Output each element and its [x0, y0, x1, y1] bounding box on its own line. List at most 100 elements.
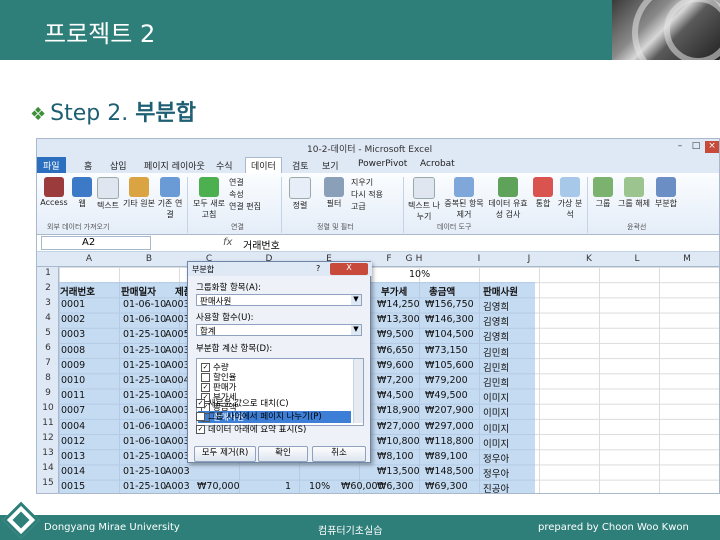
cell-trade-no[interactable]: 0011	[61, 390, 85, 401]
cell-vat[interactable]: ₩8,100	[377, 451, 414, 462]
cell-trade-no[interactable]: 0003	[61, 329, 85, 340]
list-scrollbar[interactable]	[353, 359, 363, 423]
replace-current-checkbox[interactable]: ✓ 새로운 값으로 대치(C)	[196, 397, 289, 409]
cell-salesperson[interactable]: 김영희	[483, 314, 509, 328]
cell-vat[interactable]: ₩18,900	[377, 405, 420, 416]
edit-links-button[interactable]: 연결 편집	[229, 201, 277, 212]
cell-salesperson[interactable]: 김영희	[483, 299, 509, 313]
row-header[interactable]: 14	[37, 463, 59, 473]
cell-product[interactable]: A004	[165, 375, 190, 386]
cell-date[interactable]: 01-25-10	[123, 390, 166, 401]
web-button[interactable]: 웹	[71, 177, 93, 209]
cell-qty[interactable]: 1	[285, 481, 291, 492]
row-header[interactable]: 2	[37, 283, 59, 293]
col-header[interactable]: H	[389, 254, 449, 264]
checkbox-icon[interactable]: ✓	[196, 399, 205, 408]
cell-product[interactable]: A003	[165, 421, 190, 432]
what-if-button[interactable]: 가상 분석	[555, 177, 585, 220]
function-select[interactable]: 합계 ▼	[196, 324, 362, 337]
cell-total[interactable]: ₩297,000	[425, 421, 474, 432]
row-header[interactable]: 5	[37, 328, 59, 338]
row-header[interactable]: 12	[37, 433, 59, 443]
help-icon[interactable]: ?	[316, 264, 320, 273]
formula-input[interactable]: 거래번호	[243, 237, 280, 252]
cell-trade-no[interactable]: 0002	[61, 314, 85, 325]
cell-product[interactable]: A003	[165, 405, 190, 416]
cancel-button[interactable]: 취소	[312, 446, 366, 462]
col-header[interactable]: A	[59, 254, 119, 264]
reapply-button[interactable]: 다시 적용	[351, 189, 399, 200]
tab-file[interactable]: 파일	[37, 157, 66, 173]
cell-salesperson[interactable]: 김민희	[483, 345, 509, 359]
existing-connections-button[interactable]: 기존 연결	[155, 177, 185, 220]
subtotal-button[interactable]: 부분합	[651, 177, 681, 209]
cell-product[interactable]: A003	[165, 345, 190, 356]
cell-product[interactable]: A003	[165, 360, 190, 371]
row-header[interactable]: 3	[37, 298, 59, 308]
cell-discount[interactable]: 10%	[309, 481, 330, 492]
cell-product[interactable]: A003	[165, 390, 190, 401]
sort-button[interactable]: 정렬	[285, 177, 315, 211]
maximize-icon[interactable]: □	[689, 141, 703, 153]
cell-vat[interactable]: ₩27,000	[377, 421, 420, 432]
cell-header[interactable]: 부가세	[381, 284, 407, 298]
group-button[interactable]: 그룹	[589, 177, 617, 209]
cell-product[interactable]: A003	[165, 436, 190, 447]
cell-h1[interactable]: 10%	[409, 269, 430, 280]
advanced-filter-button[interactable]: 고급	[351, 201, 395, 212]
cell-vat[interactable]: ₩13,500	[377, 466, 420, 477]
cell-product[interactable]: A003	[165, 481, 190, 492]
row-header[interactable]: 13	[37, 448, 59, 458]
cell-salesperson[interactable]: 김민희	[483, 360, 509, 374]
dialog-close-button[interactable]: X	[330, 263, 368, 275]
row-header[interactable]: 6	[37, 343, 59, 353]
other-sources-button[interactable]: 기타 원본	[123, 177, 155, 209]
group-by-select[interactable]: 판매사원 ▼	[196, 294, 362, 307]
cell-date[interactable]: 01-25-10	[123, 360, 166, 371]
cell-trade-no[interactable]: 0008	[61, 345, 85, 356]
cell-amount[interactable]: ₩60,000	[341, 481, 384, 492]
col-header[interactable]: J	[499, 254, 559, 264]
cell-trade-no[interactable]: 0009	[61, 360, 85, 371]
cell-salesperson[interactable]: 김민희	[483, 375, 509, 389]
row-header[interactable]: 10	[37, 403, 59, 413]
cell-total[interactable]: ₩148,500	[425, 466, 474, 477]
refresh-all-button[interactable]: 모두 새로 고침	[189, 177, 229, 220]
cell-date[interactable]: 01-25-10	[123, 451, 166, 462]
properties-button[interactable]: 속성	[229, 189, 273, 200]
data-validation-button[interactable]: 데이터 유효성 검사	[485, 177, 531, 220]
fx-icon[interactable]: fx	[223, 237, 232, 248]
row-header[interactable]: 15	[37, 478, 59, 488]
cell-product[interactable]: A003	[165, 299, 190, 310]
cell-date[interactable]: 01-06-10	[123, 436, 166, 447]
cell-salesperson[interactable]: 이미지	[483, 421, 509, 435]
col-header[interactable]: M	[657, 254, 717, 264]
cell-product[interactable]: A003	[165, 314, 190, 325]
cell-header[interactable]: 판매사원	[483, 284, 518, 298]
cell-product[interactable]: A003	[165, 466, 190, 477]
cell-product[interactable]: A003	[165, 451, 190, 462]
cell-trade-no[interactable]: 0012	[61, 436, 85, 447]
checkbox-icon[interactable]: ✓	[196, 425, 205, 434]
cell-header[interactable]: 총금액	[429, 284, 455, 298]
cell-total[interactable]: ₩89,100	[425, 451, 468, 462]
close-icon[interactable]: ×	[705, 141, 719, 153]
row-header[interactable]: 11	[37, 418, 59, 428]
cell-total[interactable]: ₩79,200	[425, 375, 468, 386]
text-to-columns-button[interactable]: 텍스트 나누기	[405, 177, 443, 222]
cell-product[interactable]: A005	[165, 329, 190, 340]
minimize-icon[interactable]: –	[673, 141, 687, 153]
cell-header[interactable]: 판매일자	[121, 284, 156, 298]
tab-home[interactable]: 홈	[81, 159, 95, 172]
cell-date[interactable]: 01-25-10	[123, 345, 166, 356]
cell-price[interactable]: ₩70,000	[197, 481, 240, 492]
cell-header[interactable]: 거래번호	[60, 284, 95, 298]
cell-total[interactable]: ₩156,750	[425, 299, 474, 310]
cell-vat[interactable]: ₩14,250	[377, 299, 420, 310]
cell-total[interactable]: ₩105,600	[425, 360, 474, 371]
cell-date[interactable]: 01-25-10	[123, 329, 166, 340]
cell-trade-no[interactable]: 0014	[61, 466, 85, 477]
cell-total[interactable]: ₩207,900	[425, 405, 474, 416]
cell-date[interactable]: 01-06-10	[123, 405, 166, 416]
cell-vat[interactable]: ₩9,500	[377, 329, 414, 340]
